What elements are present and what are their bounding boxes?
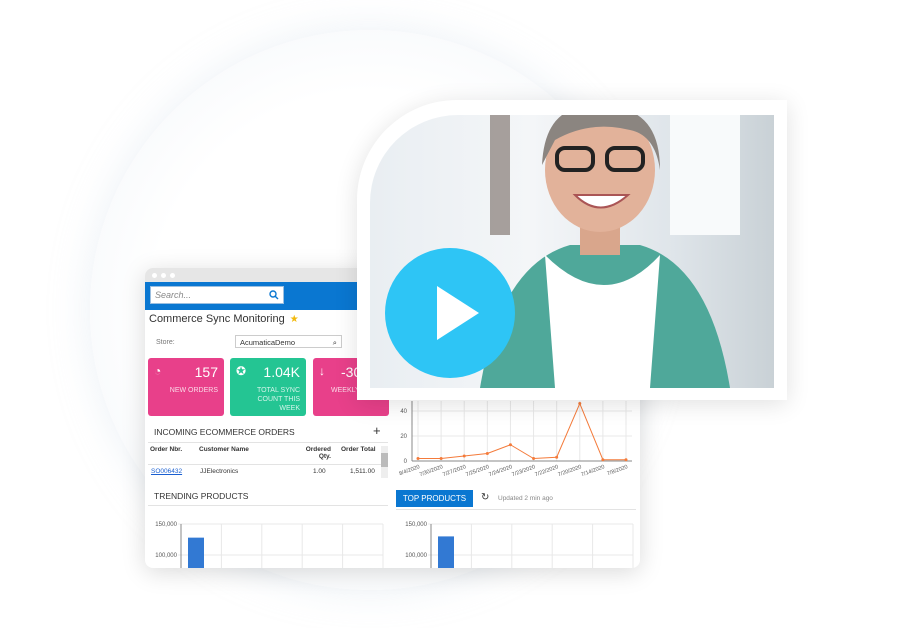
cell-customer: JJElectronics [200, 468, 239, 475]
x-tick-label: 8/4/2020 [399, 464, 421, 477]
x-tick-label: 7/22/2020 [534, 464, 559, 478]
data-point [624, 458, 628, 462]
search-icon[interactable] [269, 290, 279, 300]
store-selector[interactable]: AcumaticaDemo ⌕ [235, 335, 342, 348]
data-point [578, 402, 582, 405]
updated-text: Updated 2 min ago [498, 495, 553, 502]
x-tick-label: 7/27/2020 [442, 464, 467, 478]
x-tick-label: 7/23/2020 [511, 464, 536, 478]
x-tick-label: 7/24/2020 [488, 464, 513, 478]
tile-new-orders[interactable]: ◔ 157 NEW ORDERS [148, 358, 224, 416]
lookup-icon[interactable]: ⌕ [333, 338, 337, 347]
cell-qty: 1.00 [313, 468, 326, 475]
add-order-button[interactable]: + [373, 423, 381, 438]
data-point [532, 457, 536, 460]
page-title: Commerce Sync Monitoring ★ [149, 313, 299, 325]
col-customer[interactable]: Customer Name [199, 446, 249, 453]
orders-title: INCOMING ECOMMERCE ORDERS [154, 427, 295, 437]
data-point [462, 454, 466, 458]
data-point [416, 457, 420, 460]
col-order-nbr[interactable]: Order Nbr. [150, 446, 182, 453]
y-tick-label: 150,000 [405, 522, 427, 528]
top-products-bar-chart: 150,000 100,000 [405, 522, 634, 568]
arrow-down-icon: ↓ [319, 364, 325, 378]
tile-total-sync[interactable]: ✪ 1.04K TOTAL SYNC COUNT THIS WEEK [230, 358, 306, 416]
bar [188, 537, 204, 568]
series-line [418, 402, 626, 461]
y-tick-label: 20 [400, 434, 407, 440]
favorite-star-icon[interactable]: ★ [290, 314, 299, 325]
y-tick-label: 100,000 [155, 553, 177, 559]
search-input[interactable]: Search... [150, 286, 284, 304]
cell-total: 1,511.00 [350, 468, 375, 475]
speedometer-icon: ◔ [154, 364, 162, 378]
sync-line-chart: 0 20 40 8/4/20207/30/20207/27/20207/25/2020… [399, 401, 632, 478]
y-tick-label: 0 [404, 459, 408, 465]
play-video-button[interactable] [385, 248, 515, 378]
trending-title: TRENDING PRODUCTS [154, 491, 249, 501]
trending-bar-chart: 150,000 100,000 [155, 522, 384, 568]
data-point [508, 443, 512, 447]
award-icon: ✪ [236, 364, 247, 378]
x-tick-label: 7/25/2020 [465, 464, 490, 478]
x-tick-label: 7/30/2020 [419, 464, 444, 478]
y-tick-label: 40 [400, 409, 407, 415]
refresh-icon[interactable]: ↻ [481, 492, 489, 503]
y-tick-label: 100,000 [405, 553, 427, 559]
x-tick-label: 7/8/2020 [607, 464, 629, 477]
y-tick-label: 150,000 [155, 522, 177, 528]
store-label: Store: [156, 339, 175, 346]
top-products-button[interactable]: TOP PRODUCTS [396, 490, 473, 507]
col-total[interactable]: Order Total [341, 446, 376, 453]
x-tick-label: 7/20/2020 [557, 464, 582, 478]
search-placeholder: Search... [155, 290, 192, 300]
data-point [555, 455, 559, 459]
x-tick-label: 7/14/2020 [581, 464, 606, 478]
col-qty[interactable]: Ordered Qty. [303, 446, 331, 460]
data-point [485, 452, 489, 455]
bar [438, 536, 454, 568]
order-link[interactable]: SO006432 [151, 468, 182, 475]
data-point [439, 457, 443, 460]
scrollbar[interactable] [381, 446, 388, 478]
data-point [601, 458, 605, 462]
